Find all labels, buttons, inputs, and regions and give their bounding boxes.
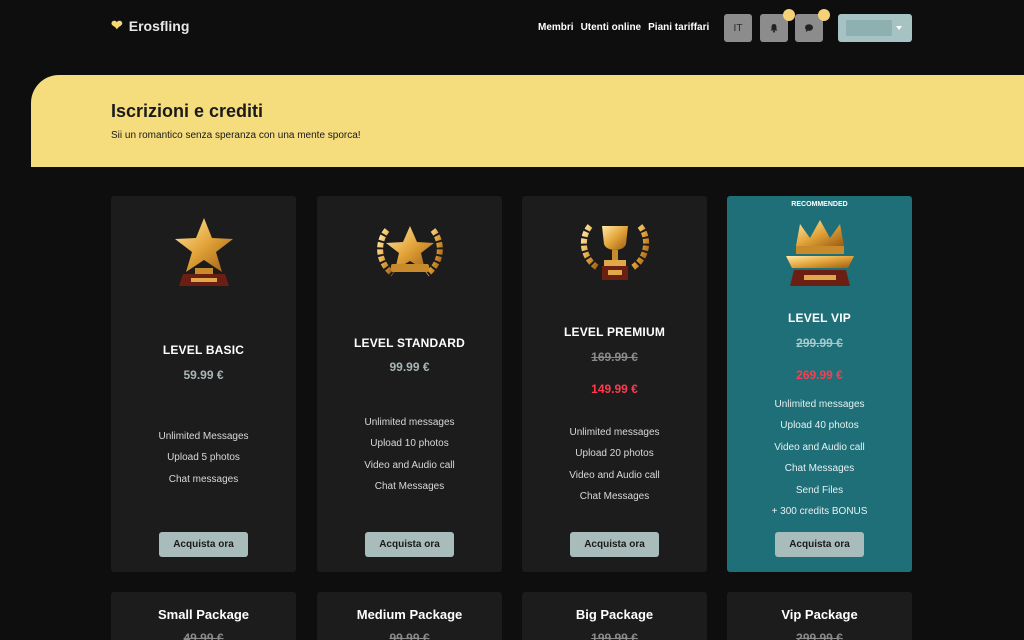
package-card-big: Big Package 199.99 €: [522, 592, 707, 640]
package-name: Medium Package: [356, 607, 463, 622]
feature-item: Chat Messages: [374, 481, 445, 493]
feature-item: Unlimited messages: [774, 399, 865, 410]
package-card-medium: Medium Package 99.99 €: [317, 592, 502, 640]
plan-name: LEVEL PREMIUM: [563, 325, 666, 339]
feature-item: Unlimited messages: [364, 417, 455, 428]
messages-button[interactable]: [795, 9, 830, 42]
plan-name: LEVEL VIP: [788, 311, 851, 325]
plan-features: Unlimited messages Upload 10 photos Vide…: [317, 412, 502, 498]
plan-features: Unlimited messages Upload 40 photos Vide…: [727, 394, 912, 522]
plan-old-price: 169.99 €: [591, 350, 638, 364]
feature-item: Upload 10 photos: [370, 438, 449, 450]
buy-now-button[interactable]: Acquista ora: [365, 532, 454, 557]
crown-trophy-icon: [785, 220, 854, 286]
feature-item: Video and Audio call: [774, 441, 865, 453]
language-label: IT: [733, 22, 743, 34]
package-price: 99.99 €: [389, 631, 430, 640]
feature-item: Chat messages: [168, 473, 239, 485]
plan-card-basic: LEVEL BASIC 59.99 € Unlimited Messages U…: [111, 196, 296, 572]
plan-price: 59.99 €: [183, 368, 224, 382]
plan-features: Unlimited messages Upload 20 photos Vide…: [522, 422, 707, 508]
recommended-badge: RECOMMENDED: [791, 201, 848, 208]
chevron-down-icon: [896, 26, 902, 30]
plan-name: LEVEL BASIC: [162, 343, 245, 357]
page-title: Iscrizioni e crediti: [111, 101, 264, 121]
feature-item: Unlimited messages: [569, 427, 660, 438]
feature-item: Upload 40 photos: [780, 420, 859, 432]
buy-now-button[interactable]: Acquista ora: [570, 532, 659, 557]
package-price: 199.99 €: [591, 631, 638, 640]
nav-link-membri[interactable]: Membri: [538, 22, 574, 33]
cup-trophy-icon: [580, 224, 649, 280]
bell-icon: [770, 24, 778, 33]
hero-banner: Iscrizioni e crediti Sii un romantico se…: [31, 75, 1024, 167]
user-menu-dropdown[interactable]: [838, 14, 912, 42]
package-card-vip: Vip Package 299.99 €: [727, 592, 912, 640]
brand-logo[interactable]: ❤ Erosfling: [111, 17, 189, 34]
package-price: 49.99 €: [183, 631, 224, 640]
plan-sale-price: 149.99 €: [591, 382, 638, 396]
feature-item: Chat Messages: [579, 491, 650, 503]
notifications-button[interactable]: [760, 9, 795, 42]
buy-now-button[interactable]: Acquista ora: [775, 532, 864, 557]
package-price: 299.99 €: [796, 631, 843, 640]
plan-card-vip: RECOMMENDED LEVEL VIP 299.99 € 269.99 € …: [727, 196, 912, 572]
feature-item: Unlimited Messages: [158, 431, 249, 442]
buy-now-button[interactable]: Acquista ora: [159, 532, 248, 557]
plan-features: Unlimited Messages Upload 5 photos Chat …: [111, 426, 296, 490]
feature-item: Video and Audio call: [569, 469, 660, 481]
plan-card-premium: LEVEL PREMIUM 169.99 € 149.99 € Unlimite…: [522, 196, 707, 572]
package-name: Vip Package: [781, 607, 858, 622]
plan-sale-price: 269.99 €: [796, 368, 843, 382]
page-subtitle: Sii un romantico senza speranza con una …: [111, 130, 361, 141]
brand-name: Erosfling: [128, 17, 190, 34]
feature-item: Upload 5 photos: [167, 452, 240, 464]
heart-icon: ❤: [111, 17, 123, 33]
laurel-star-icon: [376, 226, 443, 277]
plan-card-standard: LEVEL STANDARD 99.99 € Unlimited message…: [317, 196, 502, 572]
nav-link-utenti-online[interactable]: Utenti online: [581, 22, 642, 33]
feature-item: Video and Audio call: [364, 459, 455, 471]
language-button[interactable]: IT: [724, 14, 752, 42]
plan-name: LEVEL STANDARD: [353, 336, 466, 350]
package-card-small: Small Package 49.99 €: [111, 592, 296, 640]
top-navbar: ❤ Erosfling Membri Utenti online Piani t…: [0, 0, 1024, 56]
plan-price: 99.99 €: [389, 360, 430, 374]
avatar: [846, 20, 892, 36]
feature-item: + 300 credits BONUS: [771, 506, 868, 518]
feature-item: Send Files: [795, 484, 844, 496]
plan-old-price: 299.99 €: [796, 336, 843, 350]
nav-links: Membri Utenti online Piani tariffari: [538, 22, 709, 33]
notification-badge: [783, 9, 795, 21]
package-name: Small Package: [157, 607, 250, 622]
messages-badge: [818, 9, 830, 21]
chat-bubble-icon: [805, 24, 813, 32]
package-name: Big Package: [575, 607, 654, 622]
feature-item: Upload 20 photos: [575, 448, 654, 460]
star-trophy-icon: [174, 218, 233, 286]
nav-link-piani-tariffari[interactable]: Piani tariffari: [648, 22, 709, 33]
feature-item: Chat Messages: [784, 463, 855, 475]
